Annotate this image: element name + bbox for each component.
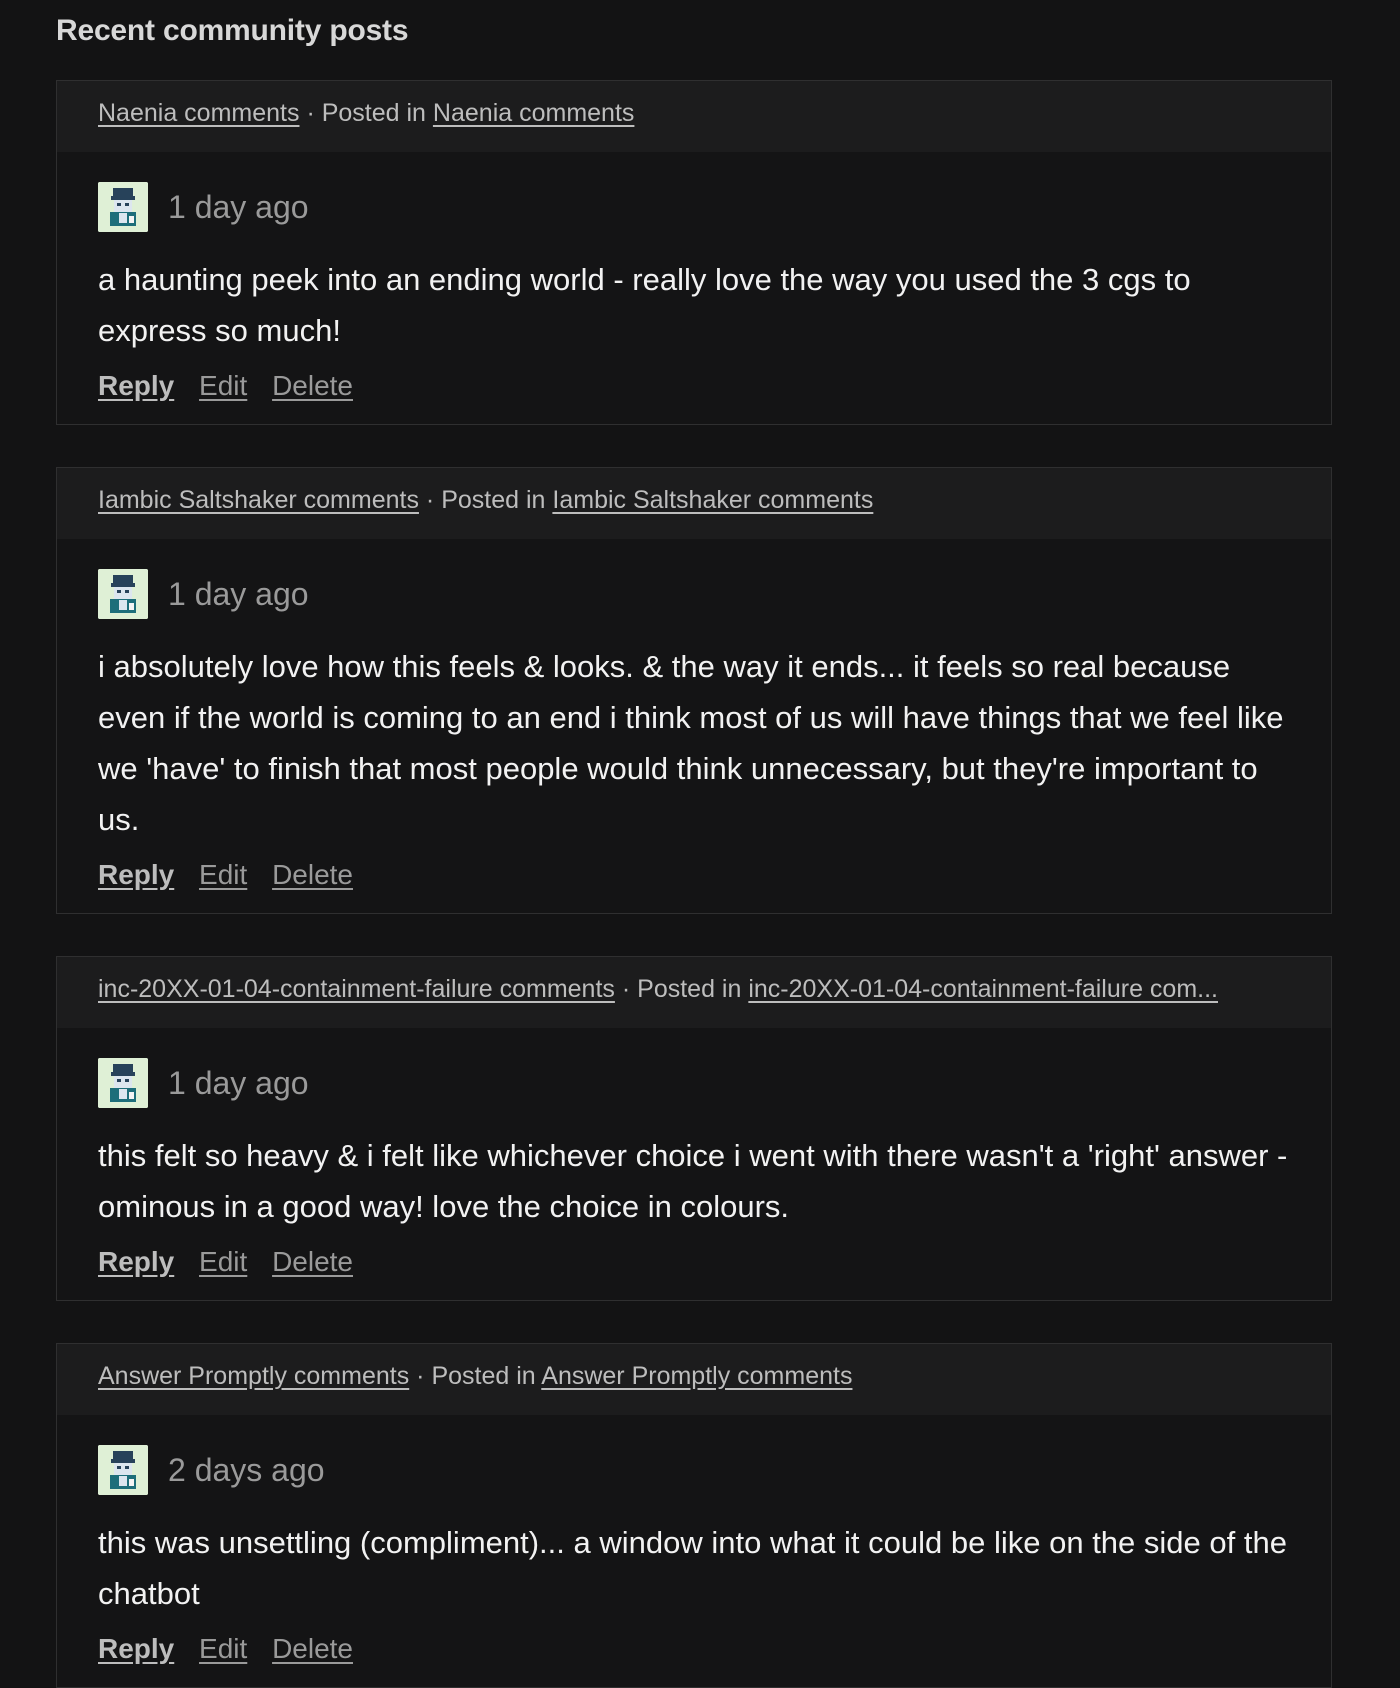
post-card: Answer Promptly comments · Posted in Ans… (56, 1343, 1332, 1688)
post-header: Naenia comments · Posted in Naenia comme… (57, 81, 1331, 152)
post-header: inc-20XX-01-04-containment-failure comme… (57, 957, 1331, 1028)
post-body: 2 days ago this was unsettling (complime… (57, 1415, 1331, 1687)
post-body: 1 day ago i absolutely love how this fee… (57, 539, 1331, 913)
community-posts-page: Recent community posts Naenia comments ·… (0, 0, 1400, 1688)
posted-in-link[interactable]: Answer Promptly comments (541, 1362, 852, 1390)
avatar-icon (98, 182, 148, 232)
avatar-icon (98, 569, 148, 619)
avatar[interactable] (98, 182, 148, 232)
post-time: 1 day ago (168, 188, 309, 225)
separator: · (416, 1362, 425, 1390)
post-meta: 1 day ago (98, 569, 1290, 619)
separator: · (621, 975, 631, 1003)
posted-in-link[interactable]: Naenia comments (433, 99, 634, 127)
reply-link[interactable]: Reply (98, 859, 174, 890)
post-actions: Reply Edit Delete (98, 370, 1290, 402)
edit-link[interactable]: Edit (199, 1246, 247, 1277)
comment-text: i absolutely love how this feels & looks… (98, 649, 1284, 837)
posted-in-label: Posted in (321, 99, 426, 127)
avatar[interactable] (98, 1058, 148, 1108)
post-card: inc-20XX-01-04-containment-failure comme… (56, 956, 1332, 1301)
delete-link[interactable]: Delete (272, 1246, 353, 1277)
topic-link[interactable]: Naenia comments (98, 99, 299, 127)
post-meta: 2 days ago (98, 1445, 1290, 1495)
post-time: 2 days ago (168, 1451, 325, 1488)
post-actions: Reply Edit Delete (98, 1246, 1290, 1278)
posted-in-link[interactable]: Iambic Saltshaker comments (552, 486, 873, 514)
post-header: Answer Promptly comments · Posted in Ans… (57, 1344, 1331, 1415)
post-meta: 1 day ago (98, 1058, 1290, 1108)
topic-link[interactable]: Iambic Saltshaker comments (98, 486, 419, 514)
post-body: 1 day ago this felt so heavy & i felt li… (57, 1028, 1331, 1300)
posted-in-label: Posted in (637, 975, 742, 1003)
post-time: 1 day ago (168, 1064, 309, 1101)
avatar-icon (98, 1058, 148, 1108)
reply-link[interactable]: Reply (98, 1246, 174, 1277)
topic-link[interactable]: Answer Promptly comments (98, 1362, 409, 1390)
post-card: Naenia comments · Posted in Naenia comme… (56, 80, 1332, 425)
delete-link[interactable]: Delete (272, 859, 353, 890)
post-meta: 1 day ago (98, 182, 1290, 232)
posted-in-link[interactable]: inc-20XX-01-04-containment-failure com..… (748, 975, 1218, 1003)
post-actions: Reply Edit Delete (98, 1633, 1290, 1665)
topic-link[interactable]: inc-20XX-01-04-containment-failure comme… (98, 975, 615, 1003)
separator: · (306, 99, 315, 127)
post-time: 1 day ago (168, 575, 309, 612)
comment-text: this was unsettling (compliment)... a wi… (98, 1525, 1287, 1611)
comment-text: a haunting peek into an ending world - r… (98, 262, 1191, 348)
edit-link[interactable]: Edit (199, 1633, 247, 1664)
edit-link[interactable]: Edit (199, 370, 247, 401)
delete-link[interactable]: Delete (272, 1633, 353, 1664)
section-title: Recent community posts (56, 14, 409, 47)
post-header: Iambic Saltshaker comments · Posted in I… (57, 468, 1331, 539)
posted-in-label: Posted in (441, 486, 546, 514)
reply-link[interactable]: Reply (98, 1633, 174, 1664)
edit-link[interactable]: Edit (199, 859, 247, 890)
post-actions: Reply Edit Delete (98, 859, 1290, 891)
post-card: Iambic Saltshaker comments · Posted in I… (56, 467, 1332, 914)
posted-in-label: Posted in (431, 1362, 536, 1390)
separator: · (425, 486, 435, 514)
comment-text: this felt so heavy & i felt like whichev… (98, 1138, 1288, 1224)
avatar-icon (98, 1445, 148, 1495)
avatar[interactable] (98, 569, 148, 619)
post-body: 1 day ago a haunting peek into an ending… (57, 152, 1331, 424)
delete-link[interactable]: Delete (272, 370, 353, 401)
reply-link[interactable]: Reply (98, 370, 174, 401)
avatar[interactable] (98, 1445, 148, 1495)
